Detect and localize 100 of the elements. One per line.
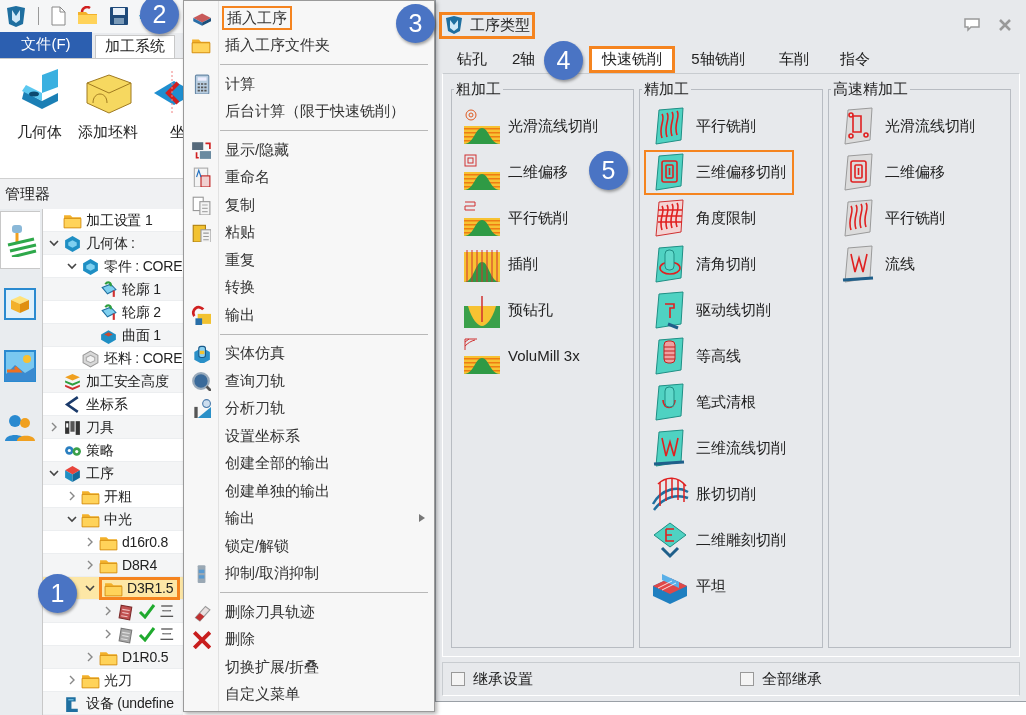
ribbon-button[interactable]: 添加坯料 [78, 68, 138, 144]
menu-item[interactable]: 删除 [184, 625, 396, 653]
dialog-title: 工序类型 [470, 14, 530, 35]
side-tab[interactable] [0, 211, 40, 269]
operation-button[interactable]: 胀切切削 [644, 471, 765, 517]
display-icon [191, 139, 211, 160]
menu-item[interactable]: 设置坐标系 [184, 422, 396, 450]
cube-window-icon [3, 287, 37, 321]
new-file-icon [49, 6, 67, 27]
menu-item[interactable]: 切换扩展/折叠 [184, 653, 396, 681]
analyze-icon [191, 398, 211, 419]
volumill-roughing-icon [462, 336, 502, 376]
sheet-icon [99, 302, 118, 322]
menu-item[interactable]: 抑制/取消抑制 [184, 559, 396, 587]
menu-item[interactable]: 创建单独的输出 [184, 477, 396, 505]
operation-button[interactable]: 插削 [456, 241, 546, 287]
operation-button[interactable]: 预钻孔 [456, 287, 561, 333]
menu-item[interactable]: 重复 [184, 246, 396, 274]
tree-item[interactable]: 轮廓 2 [82, 300, 161, 324]
operation-button[interactable]: 三维偏移切削 [644, 149, 795, 195]
operation-button[interactable]: 驱动线切削 [644, 287, 780, 333]
tree-item[interactable]: 开粗 [64, 484, 132, 508]
tree-item[interactable]: 坯料 : CORE [64, 346, 183, 370]
menu-item[interactable]: 锁定/解锁 [184, 532, 396, 560]
operation-button[interactable]: 平行铣削 [456, 195, 576, 241]
clipboard-icon [191, 222, 211, 243]
cube-icon [63, 463, 82, 483]
menu-item[interactable]: 实体仿真 [184, 339, 396, 367]
panel-title: 管理器 [5, 183, 50, 204]
operation-button[interactable]: 清角切削 [644, 241, 765, 287]
operation-button[interactable]: 二维偏移 [832, 149, 953, 195]
ribbon-button[interactable]: 坐 [152, 68, 183, 144]
menu-item[interactable]: 输出 [184, 301, 396, 329]
tree-item[interactable]: 零件 : CORE [64, 254, 183, 278]
spiral-roughing-icon [462, 106, 502, 146]
group-title: 精加工 [643, 79, 691, 99]
cube-icon [63, 233, 82, 253]
group-title: 粗加工 [455, 79, 502, 99]
submenu-arrow-icon [418, 513, 426, 524]
menu-item[interactable]: 查询刀轨 [184, 367, 396, 395]
menu-item[interactable]: 删除刀具轨迹 [184, 598, 396, 626]
operation-button[interactable]: 二维偏移 [456, 149, 576, 195]
check-icon [138, 603, 156, 619]
menu-item[interactable]: 插入工序文件夹 [184, 31, 396, 59]
checkbox[interactable]: 全部继承 [740, 667, 822, 691]
tree-item[interactable]: d16r0.8 [82, 530, 169, 554]
menu-item[interactable]: 插入工序 [184, 4, 396, 32]
operation-button[interactable]: 光滑流线切削 [456, 103, 606, 149]
tree-item[interactable]: 三 [100, 622, 174, 646]
tree-item[interactable]: 策略 [46, 438, 114, 462]
operation-button[interactable]: 角度限制 [644, 195, 765, 241]
tree-item[interactable]: 加工设置 1 [46, 209, 153, 232]
search-icon [191, 370, 211, 391]
menu-item[interactable]: 输出 [184, 504, 432, 532]
tab[interactable]: 快速铣削 [589, 46, 675, 73]
app-logo-icon [444, 15, 464, 35]
menu-item[interactable]: 后台计算（限于快速铣削） [184, 97, 396, 125]
operation-button[interactable]: 光滑流线切削 [832, 103, 983, 149]
offset-roughing-icon [462, 152, 502, 192]
menu-item[interactable]: 复制 [184, 191, 396, 219]
tab[interactable]: 车削 [761, 46, 827, 73]
comment-icon [964, 18, 980, 32]
landscape-icon [3, 349, 37, 383]
operation-button[interactable]: 三维流线切削 [644, 425, 795, 471]
operation-button[interactable]: VoluMill 3x [456, 333, 588, 379]
operation-button[interactable]: 平坦 [644, 563, 735, 609]
menu-item[interactable]: 显示/隐藏 [184, 136, 396, 164]
open-folder-icon [77, 6, 99, 27]
operation-button[interactable]: 流线 [832, 241, 923, 287]
file-menu-button[interactable]: 文件(F) [0, 31, 92, 58]
menu-item[interactable]: 转换 [184, 273, 396, 301]
export-icon [191, 304, 211, 325]
cube-icon [81, 256, 100, 276]
tree-item[interactable]: 光刀 [64, 668, 132, 692]
operation-button[interactable]: 等高线 [644, 333, 750, 379]
check-icon [138, 626, 156, 642]
operation-button[interactable]: 笔式清根 [644, 379, 765, 425]
checkbox[interactable]: 继承设置 [451, 667, 533, 691]
tab[interactable]: 钻孔 [444, 46, 500, 73]
tab[interactable]: 5轴铣削 [675, 46, 761, 73]
simulation-icon [191, 343, 211, 364]
copy-icon [191, 194, 211, 215]
menu-item[interactable]: 粘贴 [184, 218, 396, 246]
close-icon [191, 629, 211, 650]
menu-item[interactable]: 重命名 [184, 163, 396, 191]
operation-button[interactable]: 平行铣削 [644, 103, 765, 149]
ribbon-button[interactable]: 几何体 [14, 68, 64, 144]
tree-item[interactable]: 坐标系 [46, 392, 128, 416]
rename-icon [191, 167, 211, 188]
menu-item[interactable]: 计算 [184, 70, 396, 98]
menu-item[interactable]: 自定义菜单 [184, 680, 396, 708]
ribbon-tab[interactable]: 加工系统 [95, 34, 175, 58]
menu-item[interactable]: 分析刀轨 [184, 394, 396, 422]
tab[interactable]: 指令 [827, 46, 883, 73]
tab[interactable]: 2轴 [500, 46, 542, 73]
operation-button[interactable]: 平行铣削 [832, 195, 953, 241]
menu-item[interactable]: 创建全部的输出 [184, 449, 396, 477]
save-icon [109, 6, 129, 27]
operation-button[interactable]: 二维雕刻切削 [644, 517, 795, 563]
app-logo-icon [4, 4, 28, 29]
